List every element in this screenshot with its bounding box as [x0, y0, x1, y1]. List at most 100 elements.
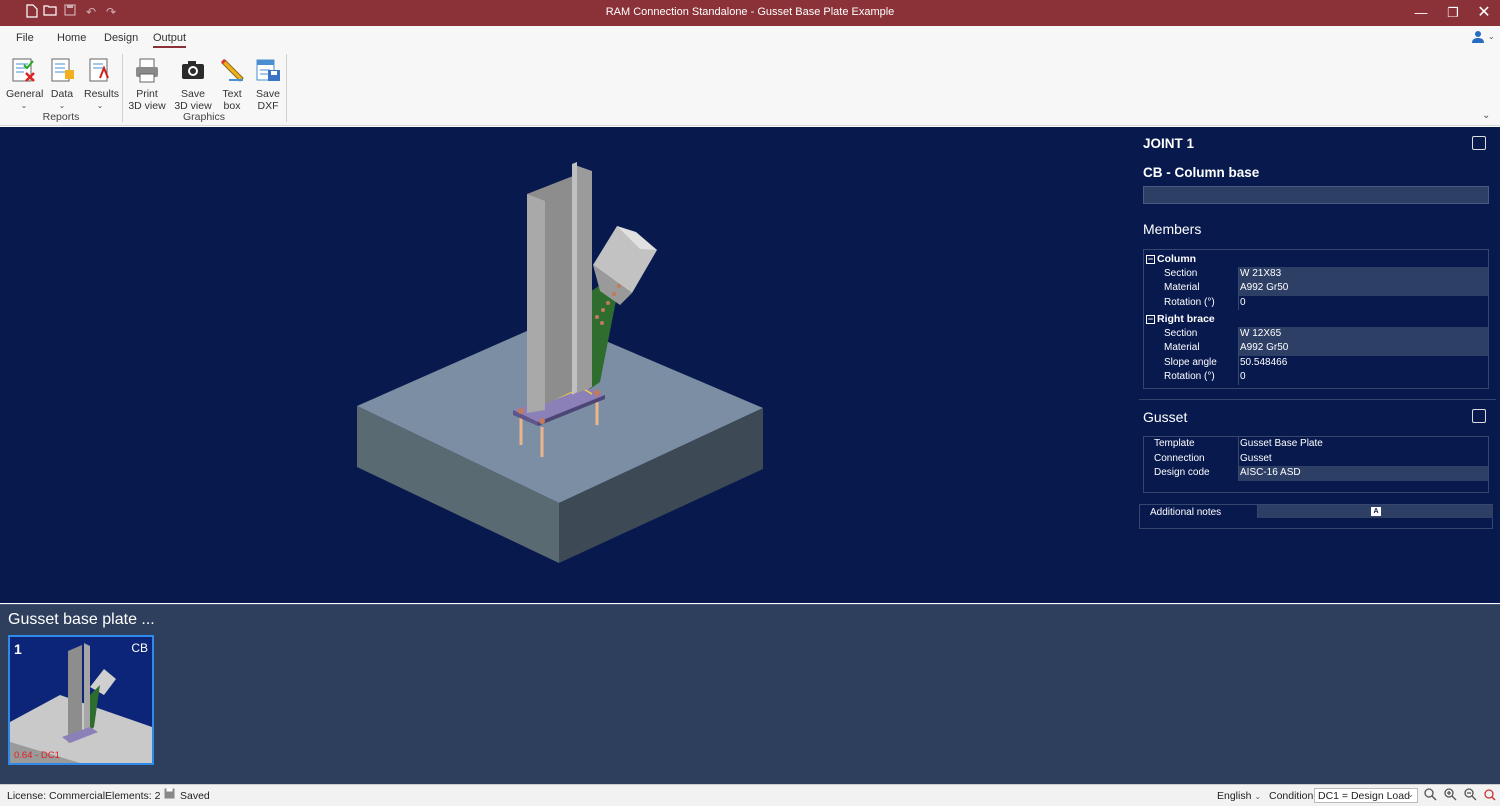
row-value[interactable]: A992 Gr50 [1238, 341, 1488, 356]
row-value[interactable]: Gusset [1238, 451, 1488, 466]
menu-bar: File Home Design Output ⌄ [0, 26, 1500, 50]
row-value[interactable]: 0 [1238, 370, 1488, 385]
group-divider [122, 54, 123, 122]
data-report-button[interactable]: Data ⌄ [48, 52, 76, 112]
joint-description-field[interactable] [1143, 186, 1489, 204]
additional-notes-row[interactable]: Additional notes A [1139, 504, 1493, 529]
3d-model-render [357, 162, 763, 563]
saved-icon [164, 788, 175, 802]
row-key: Material [1164, 342, 1200, 353]
printer-icon [133, 56, 161, 84]
condition-select[interactable]: DC1 = Design Load ⌄ [1314, 788, 1418, 803]
ribbon: General ⌄ Data ⌄ Results ⌄ Reports Print… [0, 50, 1500, 126]
row-value[interactable]: 50.548466 [1238, 355, 1488, 370]
table-row[interactable]: Design code AISC-16 ASD [1144, 466, 1488, 481]
zoom-out-icon[interactable] [1464, 788, 1477, 804]
right-brace-label: Right brace [1157, 313, 1215, 325]
tab-design[interactable]: Design [104, 32, 138, 44]
restore-icon[interactable]: ❐ [1437, 0, 1469, 26]
tab-file[interactable]: File [16, 32, 34, 44]
table-row[interactable]: Connection Gusset [1144, 451, 1488, 466]
collapse-icon[interactable]: − [1146, 315, 1155, 324]
zoom-extents-icon[interactable] [1424, 788, 1437, 804]
save-dxf-label-line2: DXF [257, 100, 279, 112]
additional-notes-label: Additional notes [1150, 507, 1222, 518]
table-row[interactable]: Material A992 Gr50 [1144, 281, 1488, 296]
row-value[interactable]: W 12X65 [1238, 326, 1488, 341]
zoom-in-icon[interactable] [1444, 788, 1457, 804]
print-label-line2: 3D view [128, 100, 166, 112]
table-row[interactable]: Rotation (°) 0 [1144, 295, 1488, 310]
window-title: RAM Connection Standalone - Gusset Base … [605, 6, 895, 18]
reset-view-icon[interactable] [1483, 788, 1496, 804]
edit-gusset-icon[interactable] [1472, 409, 1486, 423]
text-box-button[interactable]: Text box [219, 52, 245, 112]
general-report-icon [10, 56, 38, 84]
table-row[interactable]: Section W 12X65 [1144, 326, 1488, 341]
saved-status: Saved [180, 790, 210, 802]
close-icon[interactable]: ✕ [1468, 0, 1500, 26]
chevron-down-icon: ⌄ [96, 101, 104, 110]
joint-subtitle: CB - Column base [1143, 165, 1260, 180]
table-row[interactable]: Slope angle 50.548466 [1144, 355, 1488, 370]
collapse-ribbon-icon[interactable]: ⌄ [1482, 110, 1490, 121]
row-value[interactable]: Gusset Base Plate [1238, 437, 1488, 452]
group-divider [286, 54, 287, 122]
row-value[interactable]: A992 Gr50 [1238, 281, 1488, 296]
collapse-icon[interactable]: − [1146, 255, 1155, 264]
save-dxf-label: Save [256, 88, 280, 100]
edit-joint-icon[interactable] [1472, 136, 1486, 150]
dxf-file-icon [254, 56, 282, 84]
tab-home[interactable]: Home [57, 32, 86, 44]
thumbnail-ratio: 0.64 - DC1 [14, 750, 60, 761]
save-dxf-button[interactable]: Save DXF [254, 52, 282, 112]
table-row[interactable]: Material A992 Gr50 [1144, 341, 1488, 356]
elements-count: Elements: 2 [105, 790, 161, 802]
license-status: License: Commercial [7, 790, 106, 802]
title-bar: ↶ ↷ RAM Connection Standalone - Gusset B… [0, 0, 1500, 26]
joint-title: JOINT 1 [1143, 136, 1195, 151]
gusset-heading: Gusset [1143, 409, 1188, 425]
3d-viewport[interactable] [0, 127, 1135, 603]
graphics-group-label: Graphics [182, 111, 225, 123]
language-value: English [1217, 790, 1252, 802]
print-3d-view-button[interactable]: Print 3D view [128, 52, 166, 112]
right-brace-group-header[interactable]: − Right brace [1144, 312, 1488, 327]
gallery-title: Gusset base plate ... [8, 611, 155, 628]
row-value[interactable]: W 21X83 [1238, 266, 1488, 281]
results-report-button[interactable]: Results ⌄ [84, 52, 119, 112]
table-row[interactable]: Template Gusset Base Plate [1144, 437, 1488, 452]
chevron-down-icon[interactable]: ⌄ [1488, 32, 1495, 41]
data-report-icon [48, 56, 76, 84]
thumbnail-index: 1 [14, 641, 22, 657]
camera-icon [179, 56, 207, 84]
members-grid: − Column Section W 21X83 Material A992 Gr50… [1143, 249, 1489, 389]
minimize-icon[interactable]: — [1405, 0, 1437, 26]
language-select[interactable]: English ⌄ [1217, 790, 1261, 802]
notes-edit-icon[interactable]: A [1371, 507, 1381, 516]
save-3d-view-button[interactable]: Save 3D view [173, 52, 213, 112]
table-row[interactable]: Rotation (°) 0 [1144, 370, 1488, 385]
additional-notes-field[interactable]: A [1257, 505, 1493, 518]
tab-output[interactable]: Output [153, 32, 187, 48]
general-report-button[interactable]: General ⌄ [6, 52, 43, 112]
save-view-label: Save [181, 88, 205, 100]
condition-value: DC1 = Design Load [1318, 790, 1410, 802]
user-account-icon[interactable] [1471, 30, 1485, 46]
results-report-icon [86, 56, 114, 84]
print-label: Print [136, 88, 158, 100]
row-key: Template [1154, 438, 1195, 449]
table-row[interactable]: Section W 21X83 [1144, 266, 1488, 281]
thumbnail-tag: CB [131, 641, 148, 655]
connection-thumbnail[interactable]: 1 CB 0.64 - DC1 [8, 635, 154, 765]
thumbnail-render [10, 643, 152, 763]
row-value[interactable]: AISC-16 ASD [1238, 466, 1488, 481]
pencil-icon [219, 56, 247, 84]
row-value[interactable]: 0 [1238, 295, 1488, 310]
row-key: Section [1164, 327, 1198, 339]
gusset-grid: Template Gusset Base Plate Connection Guss… [1143, 436, 1489, 493]
column-group-header[interactable]: − Column [1144, 252, 1488, 267]
condition-label: Condition: [1269, 790, 1317, 802]
row-key: Connection [1154, 452, 1205, 464]
column-label: Column [1157, 253, 1197, 265]
